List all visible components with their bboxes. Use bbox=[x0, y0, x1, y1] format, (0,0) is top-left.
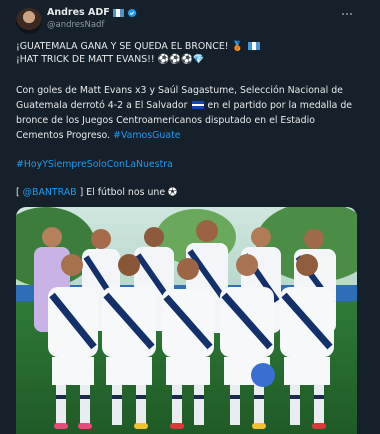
el-salvador-flag-icon bbox=[192, 101, 205, 109]
tweet-body-line-4: Cementos Progreso. #VamosGuate bbox=[16, 130, 181, 142]
author-handle[interactable]: @andresNadf bbox=[47, 20, 104, 30]
guatemala-flag-icon bbox=[248, 42, 261, 50]
tweet-headline-2: ¡HAT TRICK DE MATT EVANS!! ⚽⚽⚽💎 bbox=[16, 54, 205, 65]
mention-line: [ @BANTRAB ] El fútbol nos une bbox=[16, 187, 178, 199]
team-photo-image[interactable] bbox=[16, 207, 357, 434]
headline-1-text: ¡GUATEMALA GANA Y SE QUEDA EL BRONCE! 🥉 bbox=[16, 41, 244, 52]
tail-text: ] El fútbol nos une bbox=[76, 187, 166, 198]
more-options-icon[interactable] bbox=[336, 6, 358, 22]
body-line-2-text: Guatemala derrotó 4-2 a El Salvador bbox=[16, 100, 188, 111]
tweet-body-line-1: Con goles de Matt Evans x3 y Saúl Sagast… bbox=[16, 85, 343, 96]
tweet-body-line-3: bronce de los Juegos Centroamericanos di… bbox=[16, 115, 315, 126]
mention-bantrab[interactable]: @BANTRAB bbox=[23, 187, 77, 198]
tweet-card[interactable]: Andres ADF @andresNadf ¡GUATEMALA GANA Y… bbox=[0, 0, 380, 434]
author-name-row: Andres ADF bbox=[47, 7, 137, 18]
verified-badge-icon bbox=[127, 8, 137, 17]
body-line-2-tail: en el partido por la medalla de bbox=[207, 100, 353, 111]
body-line-4-text: Cementos Progreso. bbox=[16, 130, 111, 141]
author-name[interactable]: Andres ADF bbox=[47, 7, 110, 18]
guatemala-flag-icon bbox=[112, 8, 124, 17]
tweet-body-line-2: Guatemala derrotó 4-2 a El Salvador en e… bbox=[16, 100, 352, 112]
team-photo-drawing bbox=[16, 207, 357, 434]
bracket-open: [ bbox=[16, 187, 23, 198]
soccer-ball-icon bbox=[168, 187, 177, 196]
hashtag-hoyysiempre[interactable]: #HoyYSiempreSoloConLaNuestra bbox=[16, 159, 173, 170]
tweet-headline-1: ¡GUATEMALA GANA Y SE QUEDA EL BRONCE! 🥉 bbox=[16, 41, 261, 53]
hashtag-vamosguate[interactable]: #VamosGuate bbox=[113, 130, 180, 141]
avatar[interactable] bbox=[16, 8, 42, 34]
hashtag-line: #HoyYSiempreSoloConLaNuestra bbox=[16, 159, 173, 171]
